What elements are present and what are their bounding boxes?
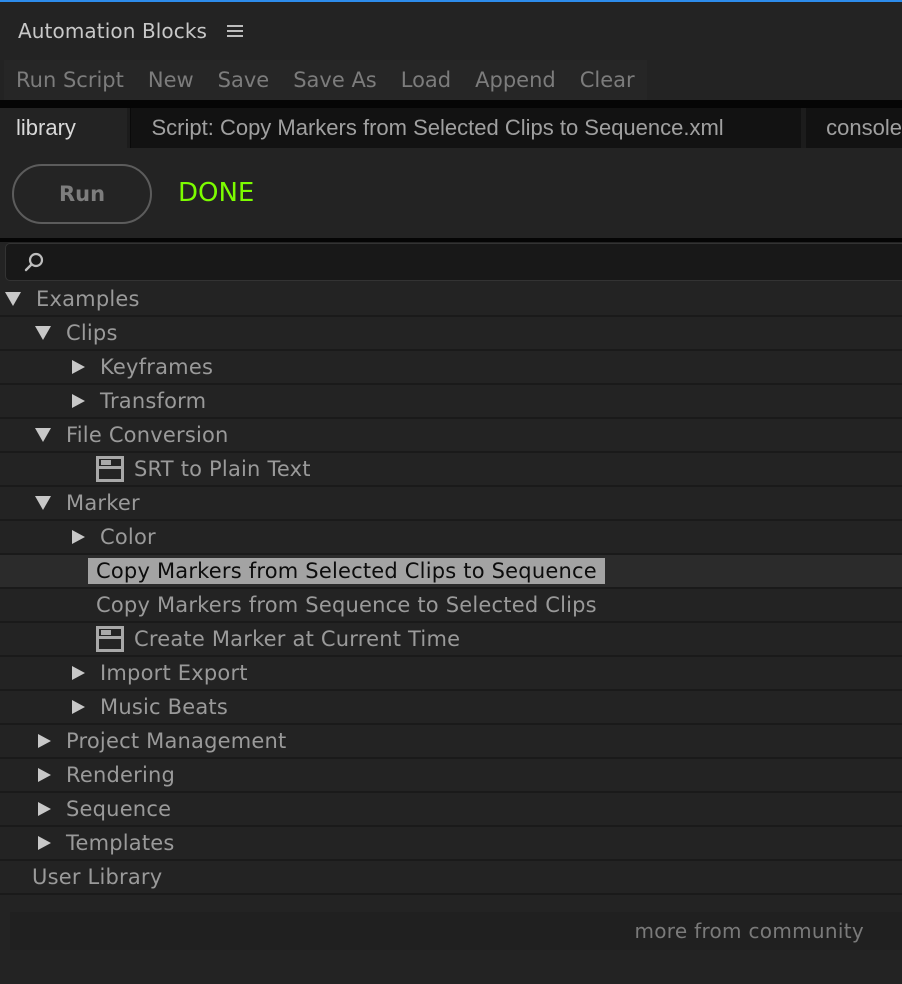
more-from-community-link[interactable]: more from community (634, 919, 864, 943)
tree-folder-templates[interactable]: Templates (0, 827, 902, 861)
collapsed-caret-icon[interactable] (68, 358, 86, 376)
dialog-window-icon (96, 626, 124, 652)
collapsed-caret-icon[interactable] (68, 528, 86, 546)
tree-folder-keyframes[interactable]: Keyframes (0, 351, 902, 385)
footer-bar: more from community (10, 912, 902, 950)
tree-folder-music-beats[interactable]: Music Beats (0, 691, 902, 725)
menu-run-script[interactable]: Run Script (16, 68, 124, 92)
tree-folder-transform[interactable]: Transform (0, 385, 902, 419)
tree-item-label: Marker (66, 491, 140, 515)
collapsed-caret-icon[interactable] (68, 392, 86, 410)
menu-save[interactable]: Save (218, 68, 270, 92)
search-field[interactable] (5, 243, 902, 281)
tree-folder-project-management[interactable]: Project Management (0, 725, 902, 759)
status-text: DONE (178, 178, 255, 208)
menu-load[interactable]: Load (401, 68, 451, 92)
tree-item-label: Templates (66, 831, 175, 855)
menu-new[interactable]: New (148, 68, 194, 92)
tree-folder-clips[interactable]: Clips (0, 317, 902, 351)
run-button[interactable]: Run (12, 164, 152, 224)
tree-folder-import-export[interactable]: Import Export (0, 657, 902, 691)
tree-script-copy-markers-clips-to-sequence[interactable]: Copy Markers from Selected Clips to Sequ… (0, 555, 902, 589)
collapsed-caret-icon[interactable] (34, 766, 52, 784)
tab-library[interactable]: library (0, 108, 128, 148)
divider (0, 238, 902, 242)
tree-folder-sequence[interactable]: Sequence (0, 793, 902, 827)
tree-script-copy-markers-sequence-to-clips[interactable]: Copy Markers from Sequence to Selected C… (0, 589, 902, 623)
tree-item-label: Color (100, 525, 156, 549)
divider (0, 100, 902, 108)
run-row: Run DONE (0, 148, 902, 238)
tree-item-label: Copy Markers from Sequence to Selected C… (96, 593, 597, 617)
tree-folder-file-conversion[interactable]: File Conversion (0, 419, 902, 453)
tree-item-label: File Conversion (66, 423, 229, 447)
collapsed-caret-icon[interactable] (34, 732, 52, 750)
expanded-caret-icon[interactable] (4, 290, 22, 308)
panel-header: Automation Blocks (0, 2, 902, 60)
tree-folder-color[interactable]: Color (0, 521, 902, 555)
tree-item-label: Examples (36, 287, 140, 311)
search-input[interactable] (50, 248, 899, 276)
tree-item-label: Create Marker at Current Time (134, 627, 461, 651)
tree-item-label: Rendering (66, 763, 176, 787)
tree-folder-user-library[interactable]: User Library (0, 861, 902, 895)
tree-item-label: SRT to Plain Text (134, 457, 311, 481)
collapsed-caret-icon[interactable] (34, 834, 52, 852)
menu-save-as[interactable]: Save As (293, 68, 377, 92)
tree-script-srt-to-plain-text[interactable]: SRT to Plain Text (0, 453, 902, 487)
hamburger-icon[interactable] (227, 24, 244, 38)
tab-script[interactable]: Script: Copy Markers from Selected Clips… (130, 108, 802, 148)
panel-title: Automation Blocks (18, 19, 208, 43)
collapsed-caret-icon[interactable] (68, 698, 86, 716)
menu-clear[interactable]: Clear (580, 68, 635, 92)
tree-script-create-marker[interactable]: Create Marker at Current Time (0, 623, 902, 657)
search-icon (24, 252, 44, 272)
tree-item-label: Music Beats (100, 695, 228, 719)
tree-item-label: User Library (32, 865, 163, 889)
tab-console[interactable]: console (805, 108, 902, 148)
tree-item-label: Import Export (100, 661, 248, 685)
tree-item-label: Sequence (66, 797, 172, 821)
tree-item-label: Copy Markers from Selected Clips to Sequ… (88, 558, 605, 584)
tree-folder-rendering[interactable]: Rendering (0, 759, 902, 793)
tree-item-label: Clips (66, 321, 118, 345)
collapsed-caret-icon[interactable] (68, 664, 86, 682)
collapsed-caret-icon[interactable] (34, 800, 52, 818)
menu-append[interactable]: Append (475, 68, 556, 92)
expanded-caret-icon[interactable] (34, 494, 52, 512)
expanded-caret-icon[interactable] (34, 324, 52, 342)
library-tree: Examples Clips Keyframes Transform File … (0, 283, 902, 895)
tree-item-label: Transform (100, 389, 207, 413)
menubar: Run Script New Save Save As Load Append … (4, 60, 647, 100)
tree-item-label: Keyframes (100, 355, 214, 379)
expanded-caret-icon[interactable] (34, 426, 52, 444)
tab-bar: library Script: Copy Markers from Select… (0, 108, 902, 148)
tree-folder-examples[interactable]: Examples (0, 283, 902, 317)
tree-item-label: Project Management (66, 729, 287, 753)
tree-folder-marker[interactable]: Marker (0, 487, 902, 521)
dialog-window-icon (96, 456, 124, 482)
